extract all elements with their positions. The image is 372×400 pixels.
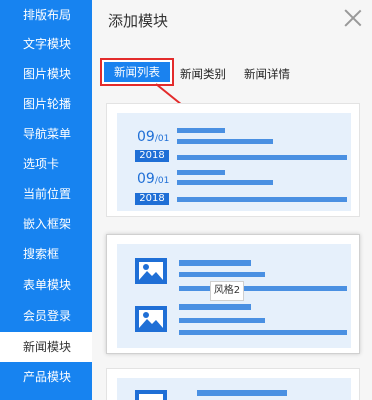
news-list-style-3-preview — [117, 378, 351, 400]
news-list-style-1-preview: 09/01 2018 09/01 2018 — [117, 113, 351, 211]
sidebar-item-news-module[interactable]: 新闻模块 — [0, 332, 92, 362]
preview-line — [179, 260, 251, 266]
preview-line — [179, 330, 347, 335]
preview-line — [177, 170, 225, 175]
sidebar-item-product-module[interactable]: 产品模块 — [0, 362, 92, 392]
preview-line — [179, 272, 265, 277]
sidebar-item-nav-menu[interactable]: 导航菜单 — [0, 119, 92, 149]
date-month-value: 09 — [137, 129, 155, 145]
preview-line — [179, 304, 251, 310]
date-year: 2018 — [135, 150, 169, 162]
preview-line — [177, 197, 347, 202]
close-icon[interactable] — [342, 7, 364, 29]
panel-title: 添加模块 — [108, 12, 169, 30]
sidebar-item-member-login[interactable]: 会员登录 — [0, 301, 92, 331]
preview-line — [177, 155, 347, 160]
image-icon — [135, 390, 167, 400]
tab-news-list-label: 新闻列表 — [104, 62, 170, 82]
date-year: 2018 — [135, 193, 169, 205]
news-list-style-3-card[interactable] — [106, 368, 360, 400]
add-module-panel: 添加模块 新闻列表 新闻类别 新闻详情 09/01 2018 09/01 201… — [92, 0, 372, 400]
date-day: 01 — [157, 176, 170, 186]
sidebar-item-embed-frame[interactable]: 嵌入框架 — [0, 209, 92, 239]
sidebar-item-form-module[interactable]: 表单模块 — [0, 270, 92, 300]
image-icon — [135, 306, 167, 332]
sidebar-item-image-carousel[interactable]: 图片轮播 — [0, 89, 92, 119]
preview-line — [179, 286, 347, 291]
sidebar-item-layout[interactable]: 排版布局 — [0, 0, 92, 30]
preview-line — [177, 180, 273, 185]
preview-line — [197, 390, 287, 396]
tab-news-category[interactable]: 新闻类别 — [180, 66, 226, 82]
preview-line — [179, 318, 265, 323]
sidebar-item-tabs[interactable]: 选项卡 — [0, 149, 92, 179]
sidebar-item-search-box[interactable]: 搜索框 — [0, 239, 92, 269]
sidebar-item-current-location[interactable]: 当前位置 — [0, 179, 92, 209]
preview-line — [177, 128, 225, 133]
date-day: 01 — [157, 134, 170, 144]
image-icon — [135, 258, 167, 284]
sidebar-item-image-module[interactable]: 图片模块 — [0, 59, 92, 89]
sidebar: 排版布局 文字模块 图片模块 图片轮播 导航菜单 选项卡 当前位置 嵌入框架 搜… — [0, 0, 92, 400]
news-list-style-1-card[interactable]: 09/01 2018 09/01 2018 — [106, 103, 360, 217]
date-month-value: 09 — [137, 171, 155, 187]
date-month: 09/01 — [137, 171, 170, 187]
sidebar-item-text-module[interactable]: 文字模块 — [0, 29, 92, 59]
tab-news-detail[interactable]: 新闻详情 — [244, 66, 290, 82]
style-tooltip: 风格2 — [210, 281, 244, 301]
preview-line — [177, 139, 273, 144]
date-month: 09/01 — [137, 129, 170, 145]
